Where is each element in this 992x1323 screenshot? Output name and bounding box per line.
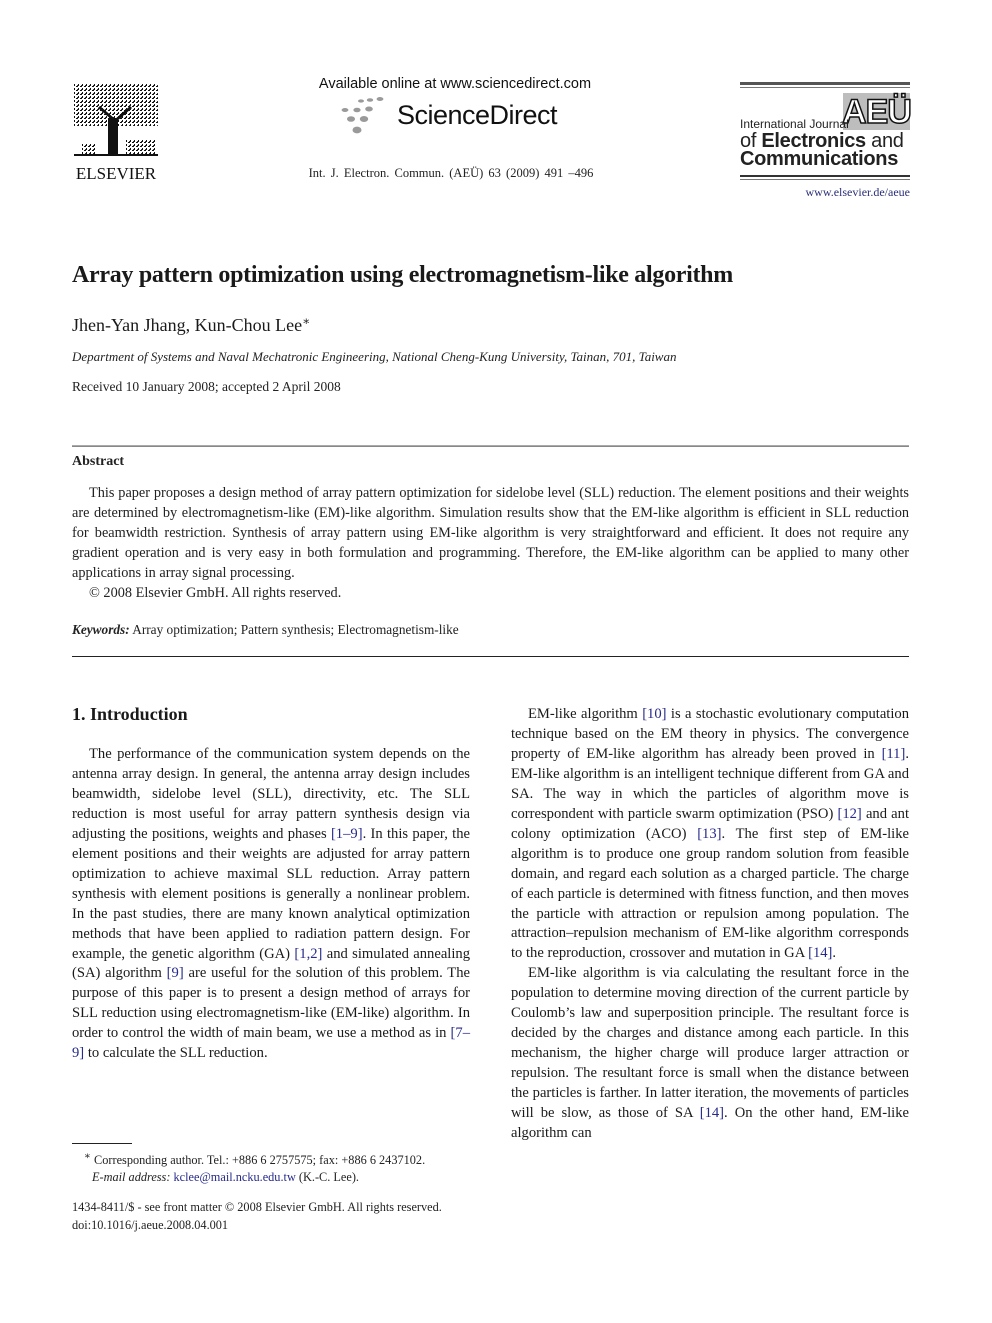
issn-line: 1434-8411/$ - see front matter © 2008 El… (72, 1200, 442, 1214)
citation-link[interactable]: [13] (697, 826, 721, 842)
paragraph: EM-like algorithm is via calculating the… (511, 965, 909, 1142)
authors: Jhen-Yan Jhang, Kun-Chou Lee∗ (72, 314, 310, 336)
logo-rule (740, 179, 910, 180)
aeu-badge: AEÜ (841, 92, 913, 131)
journal-url-link[interactable]: www.elsevier.de/aeue (740, 185, 910, 200)
citation-link[interactable]: [14] (700, 1105, 724, 1121)
front-matter: 1434-8411/$ - see front matter © 2008 El… (72, 1198, 442, 1234)
citation-link[interactable]: [11] (882, 746, 906, 762)
journal-logo-line1: International Journal (740, 117, 849, 131)
citation-link[interactable]: [10] (642, 706, 666, 722)
paper-title: Array pattern optimization using electro… (72, 262, 733, 288)
citation-link[interactable]: [14] (808, 945, 832, 961)
keywords-list: Array optimization; Pattern synthesis; E… (132, 622, 459, 637)
corresponding-author-note: ∗ Corresponding author. Tel.: +886 6 275… (72, 1148, 425, 1169)
footnote-divider (72, 1143, 132, 1144)
divider (72, 445, 909, 447)
elsevier-logo: ELSEVIER (68, 78, 164, 183)
elsevier-tree-icon (71, 81, 161, 159)
abstract-copyright: © 2008 Elsevier GmbH. All rights reserve… (89, 585, 342, 601)
left-column: The performance of the communication sys… (72, 745, 470, 1064)
availability-notice: Available online at www.sciencedirect.co… (318, 76, 592, 92)
sciencedirect-logo: ScienceDirect (335, 96, 575, 138)
right-column: EM-like algorithm [10] is a stochastic e… (511, 705, 909, 1144)
logo-rule (740, 82, 910, 85)
paragraph: The performance of the communication sys… (72, 746, 471, 1062)
citation-link[interactable]: [1–9] (331, 826, 363, 842)
citation-link[interactable]: [1,2] (294, 946, 322, 962)
citation-link[interactable]: [12] (837, 806, 861, 822)
email-note: E-mail address: kclee@mail.ncku.edu.tw (… (72, 1169, 425, 1186)
abstract: This paper proposes a design method of a… (72, 483, 909, 603)
journal-citation: Int. J. Electron. Commun. (AEÜ) 63 (2009… (308, 166, 594, 180)
sciencedirect-dots-icon (341, 97, 384, 134)
logo-rule (740, 175, 910, 177)
footnote: ∗ Corresponding author. Tel.: +886 6 275… (72, 1148, 425, 1186)
aeu-badge-text: AEÜ (841, 92, 912, 131)
citation-link[interactable]: [9] (167, 965, 184, 981)
abstract-heading: Abstract (72, 454, 125, 469)
email-suffix: (K.-C. Lee). (295, 1170, 359, 1185)
sciencedirect-wordmark: ScienceDirect (397, 100, 558, 130)
footnote-mark: ∗ (84, 1151, 91, 1162)
divider (72, 656, 909, 657)
citation-link[interactable]: [7–9] (72, 1025, 470, 1061)
contact-info: Corresponding author. Tel.: +886 6 27575… (90, 1153, 426, 1168)
abstract-text: This paper proposes a design method of a… (72, 485, 909, 581)
elsevier-wordmark: ELSEVIER (75, 164, 157, 183)
logo-rule (740, 87, 910, 88)
keywords-label: Keywords: (72, 622, 130, 637)
keywords: Keywords: Array optimization; Pattern sy… (72, 622, 459, 638)
journal-logo-line3: Communications (740, 148, 899, 170)
paragraph: EM-like algorithm [10] is a stochastic e… (511, 706, 910, 962)
email-link[interactable]: kclee@mail.ncku.edu.tw (174, 1170, 296, 1184)
corresponding-author-mark[interactable]: ∗ (302, 314, 310, 328)
author-names: Jhen-Yan Jhang, Kun-Chou Lee (72, 315, 303, 335)
journal-logo: AEÜ International Journal of Electronics… (740, 80, 913, 184)
received-dates: Received 10 January 2008; accepted 2 Apr… (72, 379, 341, 394)
affiliation: Department of Systems and Naval Mechatro… (72, 349, 677, 364)
section-heading-introduction: 1. Introduction (72, 704, 188, 724)
doi[interactable]: doi:10.1016/j.aeue.2008.04.001 (72, 1216, 442, 1234)
email-label: E-mail address: (92, 1170, 171, 1185)
